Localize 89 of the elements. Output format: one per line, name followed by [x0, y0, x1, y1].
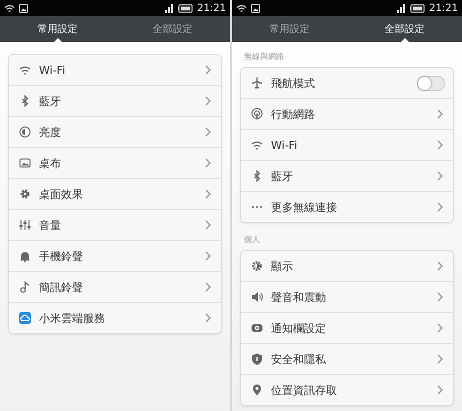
picture-icon	[19, 157, 31, 169]
signal-icon	[164, 4, 174, 12]
battery-icon	[178, 4, 194, 12]
chevron-icon	[437, 261, 443, 271]
wifi-icon	[4, 4, 15, 12]
settings-item[interactable]: 通知欄設定	[241, 313, 453, 344]
tab[interactable]: 全部設定	[347, 16, 462, 42]
settings-item[interactable]: 簡訊鈴聲	[9, 272, 221, 303]
settings-item[interactable]: 飛航模式	[241, 68, 453, 99]
item-label: 安全和隱私	[271, 352, 327, 366]
item-label: 顯示	[271, 258, 294, 274]
settings-item[interactable]: 桌布	[9, 148, 221, 179]
item-label: 行動網路	[271, 106, 316, 122]
item-label: 手機鈴聲	[39, 248, 84, 264]
item-label: 桌面效果	[39, 186, 84, 202]
sliders-icon	[19, 219, 31, 231]
chevron-icon	[205, 65, 211, 75]
settings-item[interactable]: 顯示	[241, 251, 453, 282]
item-label: 飛航模式	[271, 76, 316, 90]
display-icon	[251, 260, 263, 272]
settings-item[interactable]: 桌面效果	[9, 179, 221, 210]
tab[interactable]: 常用設定	[0, 16, 115, 42]
status-time: 21:21	[429, 2, 458, 14]
settings-item[interactable]: 小米雲端服務	[9, 303, 221, 333]
notification-icon	[251, 322, 263, 334]
toggle-switch[interactable]	[417, 76, 445, 90]
item-label: 亮度	[39, 124, 62, 140]
chevron-icon	[437, 202, 443, 212]
picture-icon	[251, 4, 260, 12]
chevron-icon	[437, 354, 443, 364]
shield-icon	[251, 353, 263, 365]
item-label: 藍牙	[39, 94, 62, 108]
item-label: 桌布	[39, 156, 62, 170]
chevron-icon	[205, 220, 211, 230]
status-time: 21:21	[197, 2, 226, 14]
settings-item[interactable]: 更多無線連接	[241, 192, 453, 222]
settings-item[interactable]: 手機鈴聲	[9, 241, 221, 272]
brightness-icon	[19, 126, 31, 138]
wifi-icon	[19, 64, 31, 76]
chevron-icon	[437, 171, 443, 181]
bell-icon	[19, 250, 31, 262]
chevron-icon	[205, 189, 211, 199]
settings-item[interactable]: 聲音和震動	[241, 282, 453, 313]
antenna-icon	[251, 108, 263, 120]
item-label: 聲音和震動	[271, 290, 327, 304]
item-label: Wi-Fi	[271, 138, 298, 152]
settings-item[interactable]: 位置資訊存取	[241, 375, 453, 405]
chevron-icon	[437, 323, 443, 333]
settings-item[interactable]: 藍牙	[241, 161, 453, 192]
music-note-icon	[19, 281, 31, 293]
wifi-icon	[251, 139, 263, 151]
settings-item[interactable]: Wi-Fi	[241, 130, 453, 161]
item-label: 音量	[39, 218, 62, 232]
chevron-icon	[205, 251, 211, 261]
item-label: 藍牙	[271, 168, 294, 184]
picture-icon	[19, 4, 28, 12]
section-header: 無線與網路	[243, 51, 285, 63]
settings-item[interactable]: 行動網路	[241, 99, 453, 130]
signal-icon	[396, 4, 406, 12]
chevron-icon	[205, 158, 211, 168]
item-label: 位置資訊存取	[271, 382, 338, 398]
cloud-icon	[19, 312, 31, 324]
settings-item[interactable]: 音量	[9, 210, 221, 241]
settings-item[interactable]: 亮度	[9, 117, 221, 148]
chevron-icon	[205, 96, 211, 106]
chevron-icon	[205, 127, 211, 137]
chevron-icon	[437, 385, 443, 395]
item-label: 通知欄設定	[271, 320, 327, 336]
chevron-icon	[437, 292, 443, 302]
item-label: 更多無線連接	[271, 200, 338, 214]
chevron-icon	[437, 109, 443, 119]
chevron-icon	[205, 282, 211, 292]
gear-icon	[19, 188, 31, 200]
section-header: 個人	[243, 234, 261, 246]
chevron-icon	[205, 313, 211, 323]
location-pin-icon	[251, 384, 263, 396]
item-label: 小米雲端服務	[39, 310, 106, 326]
tab[interactable]: 常用設定	[232, 16, 347, 42]
tab[interactable]: 全部設定	[115, 16, 230, 42]
item-label: 簡訊鈴聲	[39, 280, 84, 294]
wifi-icon	[236, 4, 247, 12]
item-label: Wi-Fi	[39, 64, 66, 76]
settings-item[interactable]: 安全和隱私	[241, 344, 453, 375]
chevron-icon	[437, 140, 443, 150]
airplane-icon	[251, 77, 263, 89]
settings-item[interactable]: 藍牙	[9, 86, 221, 117]
battery-icon	[410, 4, 426, 12]
settings-item[interactable]: Wi-Fi	[9, 55, 221, 86]
speaker-icon	[251, 291, 263, 303]
